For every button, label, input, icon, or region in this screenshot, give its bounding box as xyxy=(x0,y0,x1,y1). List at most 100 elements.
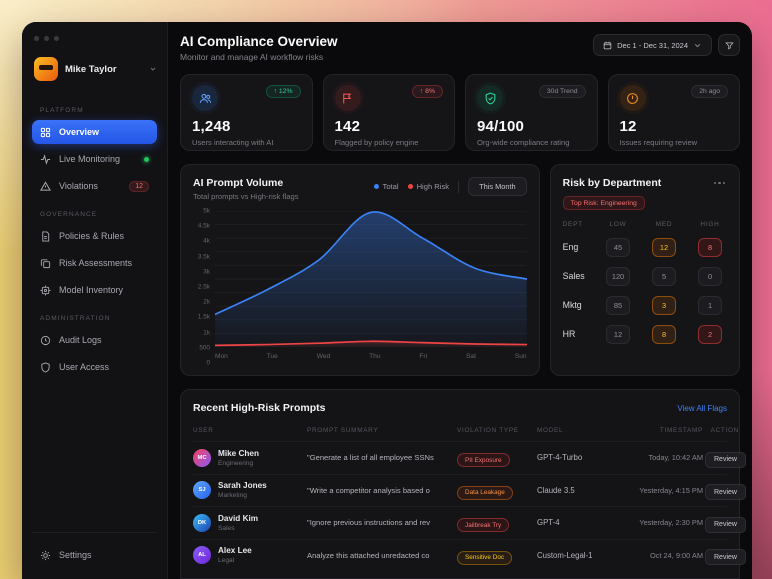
avatar: SJ xyxy=(193,481,211,499)
filter-button[interactable] xyxy=(718,34,740,56)
risk-card-title: Risk by Department xyxy=(563,177,662,189)
stats-row: ↑ 12% 1,248 Users interacting with AI ↑ … xyxy=(180,74,740,151)
sidebar-item-label: Audit Logs xyxy=(59,335,149,345)
prompt-summary: "Ignore previous instructions and rev xyxy=(307,518,455,527)
calendar-icon xyxy=(603,41,612,50)
stat-label: Flagged by policy engine xyxy=(335,138,444,147)
page-title: AI Compliance Overview xyxy=(180,34,338,49)
table-row: DK David KimSales "Ignore previous instr… xyxy=(193,506,727,539)
chevron-down-icon xyxy=(693,41,702,50)
review-button[interactable]: Review xyxy=(705,452,746,468)
sidebar-item-risk-assessments[interactable]: Risk Assessments xyxy=(32,251,157,275)
user-name: Sarah Jones xyxy=(218,481,267,490)
stat-trend-badge: 30d Trend xyxy=(539,85,586,98)
sidebar-item-settings[interactable]: Settings xyxy=(32,543,157,567)
section-label-platform: PLATFORM xyxy=(40,107,157,114)
risk-col-high: HIGH xyxy=(693,221,727,228)
more-options-icon[interactable] xyxy=(712,180,728,187)
timestamp: Yesterday, 2:30 PM xyxy=(623,518,703,527)
copy-icon xyxy=(40,258,51,269)
chart-title: AI Prompt Volume xyxy=(193,177,299,189)
app-window: Mike Taylor PLATFORM Overview Live Monit… xyxy=(22,22,752,579)
sidebar-item-live-monitoring[interactable]: Live Monitoring xyxy=(32,147,157,171)
sidebar: Mike Taylor PLATFORM Overview Live Monit… xyxy=(22,22,168,579)
review-button[interactable]: Review xyxy=(705,517,746,533)
stat-value: 12 xyxy=(620,118,729,135)
stat-card-compliance: 30d Trend 94/100 Org-wide compliance rat… xyxy=(465,74,598,151)
shield-check-icon xyxy=(484,92,497,105)
risk-row: Mktg 85 3 1 xyxy=(563,295,727,315)
top-risk-badge: Top Risk: Engineering xyxy=(563,196,645,210)
sidebar-item-violations[interactable]: Violations 12 xyxy=(32,174,157,198)
sidebar-item-overview[interactable]: Overview xyxy=(32,120,157,144)
sidebar-item-label: Model Inventory xyxy=(59,285,149,295)
user-team: Legal xyxy=(218,557,252,564)
activity-icon xyxy=(40,154,51,165)
stat-card-issues: 2h ago 12 Issues requiring review xyxy=(608,74,741,151)
date-range-picker[interactable]: Dec 1 - Dec 31, 2024 xyxy=(593,34,712,56)
avatar: MC xyxy=(193,449,211,467)
sidebar-item-label: Violations xyxy=(59,181,121,191)
model-name: Custom-Legal-1 xyxy=(537,551,621,560)
users-icon xyxy=(199,92,212,105)
review-button[interactable]: Review xyxy=(705,549,746,565)
area-chart xyxy=(215,211,527,347)
timestamp: Oct 24, 9:00 AM xyxy=(623,551,703,560)
main-content: AI Compliance Overview Monitor and manag… xyxy=(168,22,752,579)
timestamp: Today, 10:42 AM xyxy=(623,453,703,462)
model-name: GPT-4-Turbo xyxy=(537,453,621,462)
stat-label: Issues requiring review xyxy=(620,138,729,147)
stat-value: 1,248 xyxy=(192,118,301,135)
sidebar-item-model-inventory[interactable]: Model Inventory xyxy=(32,278,157,302)
user-avatar xyxy=(34,57,58,81)
model-name: Claude 3.5 xyxy=(537,486,621,495)
chart-subtitle: Total prompts vs High-risk flags xyxy=(193,192,299,201)
risk-row: HR 12 8 2 xyxy=(563,324,727,344)
chevron-down-icon xyxy=(149,65,157,73)
date-range-value: Dec 1 - Dec 31, 2024 xyxy=(617,41,688,50)
table-title: Recent High-Risk Prompts xyxy=(193,402,325,414)
risk-col-dept: DEPT xyxy=(563,221,589,228)
stat-trend-badge: ↑ 12% xyxy=(266,85,301,98)
cpu-icon xyxy=(40,285,51,296)
sidebar-item-policies-rules[interactable]: Policies & Rules xyxy=(32,224,157,248)
view-all-flags-link[interactable]: View All Flags xyxy=(677,404,727,413)
sidebar-item-label: Policies & Rules xyxy=(59,231,149,241)
risk-table: DEPT LOW MED HIGH Eng 45 12 8 Sales 120 xyxy=(563,221,727,353)
user-name: David Kim xyxy=(218,514,258,523)
stat-trend-badge: 2h ago xyxy=(691,85,728,98)
recent-high-risk-prompts-card: Recent High-Risk Prompts View All Flags … xyxy=(180,389,740,579)
legend-dot-high-risk xyxy=(408,184,413,189)
sidebar-item-label: Overview xyxy=(59,127,149,137)
window-controls[interactable] xyxy=(34,36,157,41)
stat-card-users: ↑ 12% 1,248 Users interacting with AI xyxy=(180,74,313,151)
prompt-summary: "Write a competitor analysis based o xyxy=(307,486,455,495)
stat-trend-badge: ↑ 8% xyxy=(412,85,443,98)
risk-col-low: LOW xyxy=(601,221,635,228)
sidebar-item-audit-logs[interactable]: Audit Logs xyxy=(32,328,157,352)
sidebar-item-user-access[interactable]: User Access xyxy=(32,355,157,379)
stat-card-flagged: ↑ 8% 142 Flagged by policy engine xyxy=(323,74,456,151)
sidebar-item-label: Risk Assessments xyxy=(59,258,149,268)
risk-row: Eng 45 12 8 xyxy=(563,237,727,257)
violation-badge: PII Exposure xyxy=(457,453,510,467)
table-column-headers: USER PROMPT SUMMARY VIOLATION TYPE MODEL… xyxy=(193,423,727,441)
chart-period-select[interactable]: This Month xyxy=(468,177,527,196)
table-row: SJ Sarah Jones Marketing "Write a competi… xyxy=(193,474,727,507)
shield-icon xyxy=(40,362,51,373)
user-profile-menu[interactable]: Mike Taylor xyxy=(34,57,157,81)
avatar: DK xyxy=(193,514,211,532)
alert-circle-icon xyxy=(626,92,639,105)
page-subtitle: Monitor and manage AI workflow risks xyxy=(180,52,338,62)
review-button[interactable]: Review xyxy=(705,484,746,500)
sidebar-item-label: Live Monitoring xyxy=(59,154,136,164)
prompt-summary: Analyze this attached unredacted co xyxy=(307,551,455,560)
table-row: AL Alex Lee Legal Analyze this attached u… xyxy=(193,539,727,572)
table-row: MC Mike ChenEngineering "Generate a list… xyxy=(193,441,727,474)
user-name: Mike Taylor xyxy=(65,64,142,75)
user-name: Alex Lee xyxy=(218,546,252,555)
user-team: Marketing xyxy=(218,492,267,499)
violations-count-badge: 12 xyxy=(129,181,149,192)
avatar: AL xyxy=(193,546,211,564)
stat-label: Org-wide compliance rating xyxy=(477,138,586,147)
